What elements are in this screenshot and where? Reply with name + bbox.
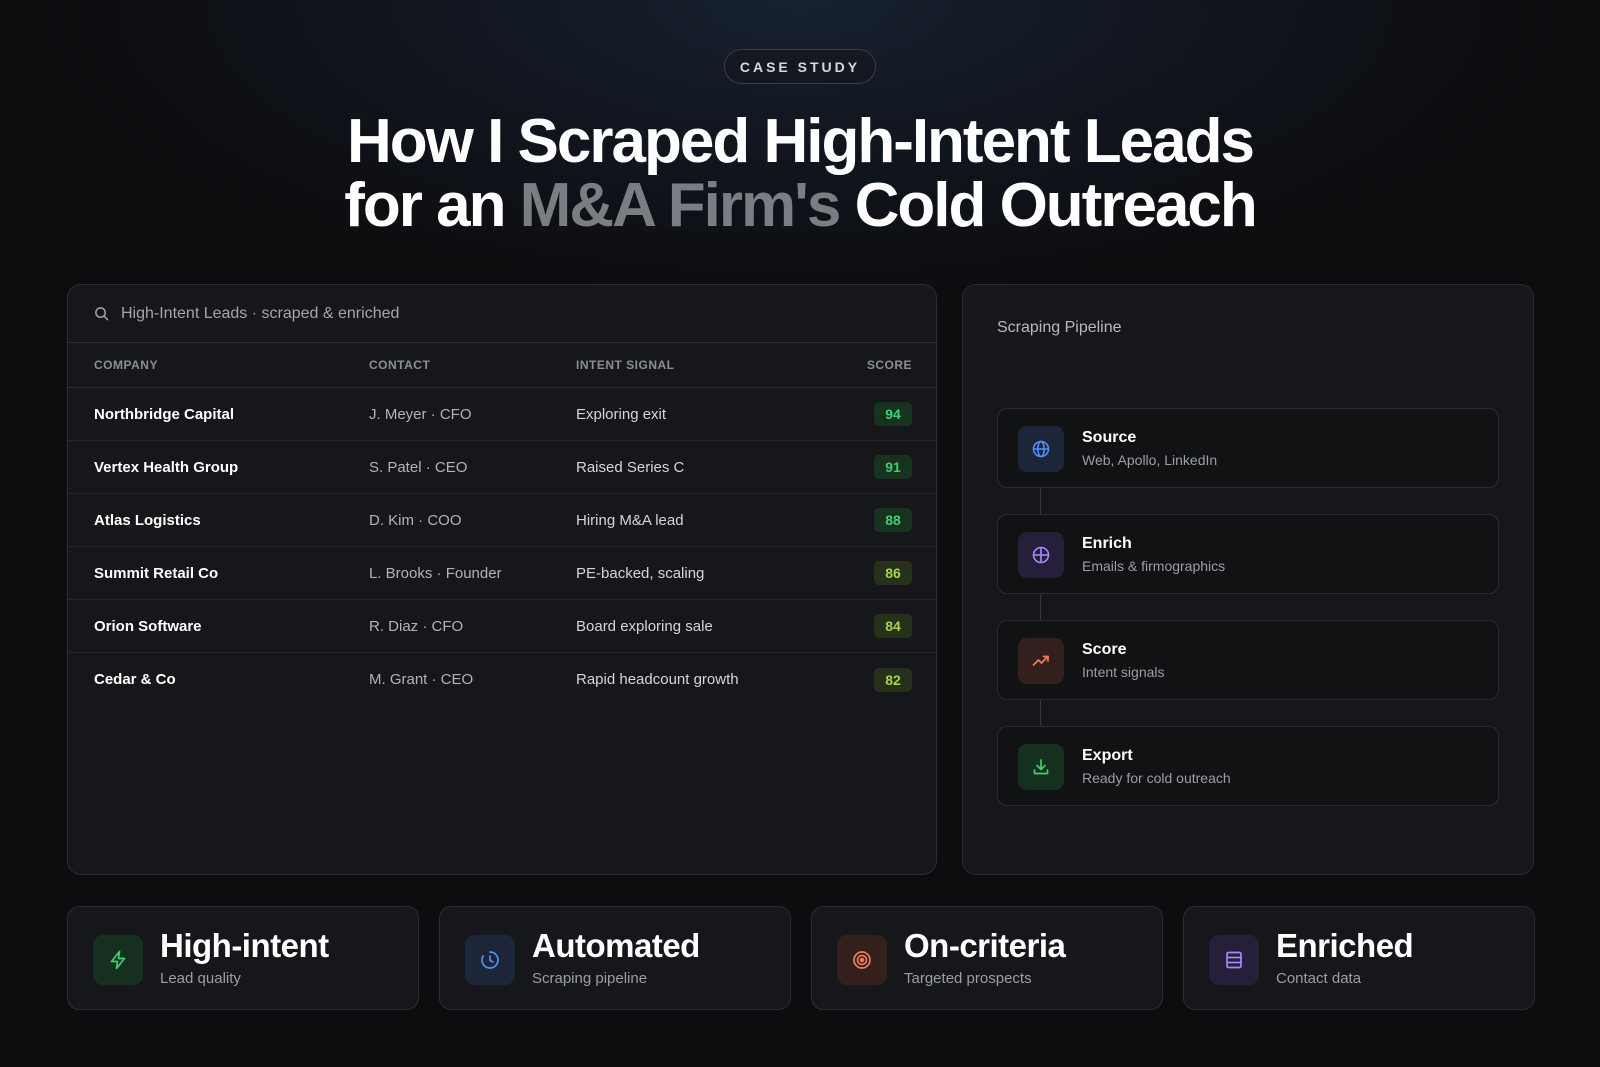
company-cell: Northbridge Capital [94,405,235,423]
intent-cell: Board exploring sale [576,617,713,635]
stat-label: Contact data [1276,970,1362,987]
score-badge: 84 [874,614,912,638]
column-header-contact: CONTACT [369,358,431,372]
company-cell: Atlas Logistics [94,511,201,529]
contact-cell: R. Diaz · CFO [369,617,464,635]
title-line-2: for an M&A Firm's Cold Outreach [0,174,1600,238]
contact-cell: L. Brooks · Founder [369,564,502,582]
intent-cell: Raised Series C [576,458,685,476]
stat-value: Automated [532,927,700,964]
pipeline-step-desc: Intent signals [1082,664,1165,680]
table-search-label: High-Intent Leads · scraped & enriched [121,304,400,322]
company-cell: Orion Software [94,617,202,635]
pipeline-step-name: Enrich [1082,535,1132,552]
trending-up-icon [1018,638,1064,684]
stat-card-high-intent: High-intent Lead quality [67,906,419,1010]
clock-icon [465,935,515,985]
column-header-score: SCORE [866,358,912,372]
pipeline-connector [1040,488,1041,514]
crosshair-icon [1018,532,1064,578]
table-row[interactable]: Vertex Health Group S. Patel · CEO Raise… [68,441,936,494]
pipeline-step-name: Export [1082,747,1133,764]
pipeline-step-name: Source [1082,429,1137,446]
intent-cell: Rapid headcount growth [576,671,739,688]
download-icon [1018,744,1064,790]
intent-cell: Exploring exit [576,405,667,423]
lightning-icon [93,935,143,985]
pipeline-step-export[interactable]: Export Ready for cold outreach [997,726,1499,806]
column-header-intent-signal: INTENT SIGNAL [576,358,675,372]
table-body: Northbridge Capital J. Meyer · CFO Explo… [68,388,936,706]
pipeline-step-name: Score [1082,641,1127,658]
stat-label: Scraping pipeline [532,970,648,987]
table-row[interactable]: Summit Retail Co L. Brooks · Founder PE-… [68,547,936,600]
pipeline-title: Scraping Pipeline [997,319,1122,336]
table-row[interactable]: Atlas Logistics D. Kim · COO Hiring M&A … [68,494,936,547]
score-badge: 86 [874,561,912,585]
contact-cell: S. Patel · CEO [369,458,468,476]
target-icon [837,935,887,985]
score-badge: 91 [874,455,912,479]
intent-cell: Hiring M&A lead [576,511,684,529]
pipeline-connector [1040,700,1041,726]
title-line-2-prefix: for an [344,171,520,240]
pipeline-step-desc: Ready for cold outreach [1082,770,1231,786]
score-badge: 88 [874,508,912,532]
company-cell: Vertex Health Group [94,458,239,476]
table-header: COMPANY CONTACT INTENT SIGNAL SCORE [68,343,936,388]
database-icon [1209,935,1259,985]
company-cell: Summit Retail Co [94,564,219,582]
stat-card-enriched: Enriched Contact data [1183,906,1535,1010]
stat-card-automated: Automated Scraping pipeline [439,906,791,1010]
score-badge: 94 [874,402,912,426]
leads-table-panel: High-Intent Leads · scraped & enriched C… [67,284,937,875]
globe-icon [1018,426,1064,472]
pipeline-connector [1040,594,1041,620]
stat-value: High-intent [160,927,329,964]
title-line-2-suffix: Cold Outreach [839,171,1258,240]
stat-value: On-criteria [904,927,1066,964]
search-icon [95,307,109,321]
column-header-company: COMPANY [94,358,158,372]
case-study-badge: CASE STUDY [724,49,876,84]
stat-label: Targeted prospects [904,970,1032,987]
stat-value: Enriched [1276,927,1414,964]
table-row[interactable]: Orion Software R. Diaz · CFO Board explo… [68,600,936,653]
scraping-pipeline-panel: Scraping Pipeline Source Web, Apollo, Li… [962,284,1534,875]
score-badge: 82 [874,667,912,692]
pipeline-step-source[interactable]: Source Web, Apollo, LinkedIn [997,408,1499,488]
intent-cell: PE-backed, scaling [576,564,705,582]
pipeline-step-desc: Emails & firmographics [1082,558,1226,574]
contact-cell: D. Kim · COO [369,511,462,529]
company-cell: Cedar & Co [94,671,176,688]
pipeline-step-score[interactable]: Score Intent signals [997,620,1499,700]
contact-cell: M. Grant · CEO [369,671,474,688]
table-row[interactable]: Northbridge Capital J. Meyer · CFO Explo… [68,388,936,441]
table-search-bar[interactable]: High-Intent Leads · scraped & enriched [68,285,936,343]
stat-card-on-criteria: On-criteria Targeted prospects [811,906,1163,1010]
contact-cell: J. Meyer · CFO [369,405,472,423]
page-title: How I Scraped High-Intent Leads for an M… [0,110,1600,238]
pipeline-step-desc: Web, Apollo, LinkedIn [1082,452,1218,468]
title-highlight: M&A Firm's [519,171,842,240]
table-row[interactable]: Cedar & Co M. Grant · CEO Rapid headcoun… [68,653,936,706]
title-line-1: How I Scraped High-Intent Leads [347,107,1255,176]
stat-label: Lead quality [160,970,241,987]
pipeline-step-enrich[interactable]: Enrich Emails & firmographics [997,514,1499,594]
